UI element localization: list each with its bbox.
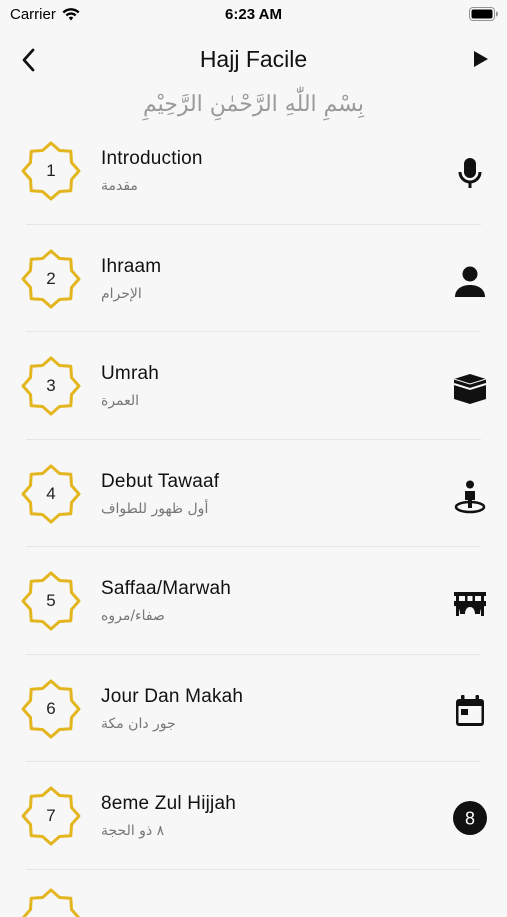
status-time: 6:23 AM — [225, 6, 282, 23]
chapter-row[interactable]: 1 Introduction مقدمة — [0, 117, 507, 225]
chapter-number: 7 — [46, 806, 56, 825]
chapter-title: Saffaa/Marwah — [101, 578, 232, 599]
star-badge: 2 — [20, 248, 82, 310]
chapter-subtitle-arabic: مقدمة — [101, 178, 138, 194]
chapter-subtitle-arabic: أول ظهور للطواف — [101, 500, 209, 517]
number-8-label: 8 — [465, 809, 475, 829]
chapter-number: 2 — [46, 268, 56, 288]
microphone-icon — [452, 155, 488, 191]
partial-next-badge — [20, 887, 82, 917]
person-icon — [452, 263, 488, 299]
chapter-row[interactable]: 3 Umrah العمرة — [0, 332, 507, 440]
chapter-subtitle-arabic: جور دان مكة — [101, 715, 176, 732]
star-badge: 4 — [20, 463, 82, 525]
chapter-number: 5 — [46, 591, 56, 610]
star-badge: 3 — [20, 355, 82, 417]
status-bar: Carrier 6:23 AM — [0, 0, 507, 28]
chapter-title: Debut Tawaaf — [101, 470, 220, 492]
star-badge: 5 — [20, 570, 82, 632]
chapter-list: 1 Introduction مقدمة 2 Ihraam الإحرام 3 Umrah ال… — [0, 117, 507, 870]
chapter-number: 6 — [46, 698, 56, 718]
page-title: Hajj Facile — [199, 46, 308, 72]
number-8-icon: 8 — [452, 800, 488, 836]
star-badge: 6 — [20, 678, 82, 740]
star-badge-icon — [21, 888, 81, 917]
chapter-title: Ihraam — [101, 255, 162, 277]
row-divider — [26, 868, 481, 870]
chapter-title: Umrah — [101, 363, 160, 384]
kaaba-icon — [452, 370, 488, 406]
play-icon[interactable] — [469, 48, 491, 70]
chapter-row[interactable]: 7 8eme Zul Hijjah ٨ ذو الحجة 8 — [0, 762, 507, 870]
person-pin-icon — [452, 478, 488, 514]
chapter-title: Jour Dan Makah — [101, 685, 244, 707]
chapter-number: 4 — [46, 483, 56, 503]
battery-icon — [469, 7, 498, 21]
star-badge: 1 — [20, 140, 82, 202]
chapter-row[interactable]: 2 Ihraam الإحرام — [0, 225, 507, 332]
chapter-subtitle-arabic: العمرة — [101, 393, 140, 409]
star-badge: 7 — [20, 785, 82, 847]
chapter-subtitle-arabic: صفاء/مروه — [101, 608, 165, 624]
calendar-icon — [452, 693, 488, 729]
chapter-title: Introduction — [101, 148, 203, 169]
chapter-title: 8eme Zul Hijjah — [101, 793, 236, 814]
chapter-row[interactable]: 4 Debut Tawaaf أول ظهور للطواف — [0, 440, 507, 547]
chapter-number: 1 — [46, 161, 56, 180]
bismillah-header: بِسْمِ اللّٰهِ الرَّحْمٰنِ الرَّحِيْمِ — [142, 92, 365, 117]
navigation-bar: Hajj Facile — [0, 40, 507, 80]
chapter-subtitle-arabic: الإحرام — [101, 285, 142, 302]
bridge-icon — [452, 585, 488, 621]
chapter-subtitle-arabic: ٨ ذو الحجة — [101, 823, 165, 839]
chapter-number: 3 — [46, 376, 56, 395]
chapter-row[interactable]: 6 Jour Dan Makah جور دان مكة — [0, 655, 507, 762]
chapter-row[interactable]: 5 Saffaa/Marwah صفاء/مروه — [0, 547, 507, 655]
